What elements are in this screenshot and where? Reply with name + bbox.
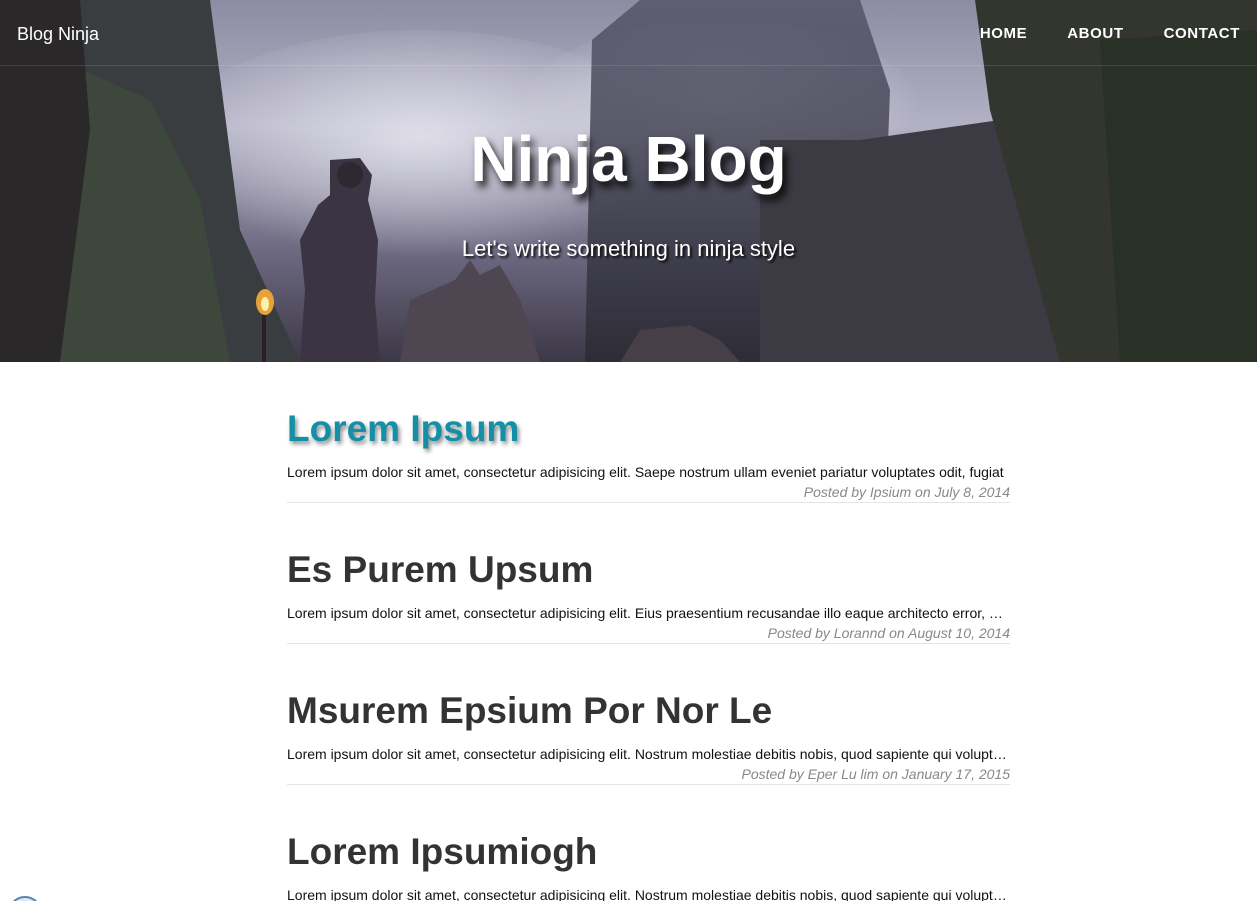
main-nav: HOME ABOUT CONTACT [980,25,1240,42]
post-preview: Msurem Epsium Por Nor Le Lorem ipsum dol… [287,644,1010,785]
nav-about-link[interactable]: ABOUT [1067,25,1123,42]
post-excerpt: Lorem ipsum dolor sit amet, consectetur … [287,887,1010,901]
post-excerpt: Lorem ipsum dolor sit amet, consectetur … [287,464,1004,480]
hero-header: Blog Ninja HOME ABOUT CONTACT Ninja Blog… [0,0,1257,362]
post-title-link[interactable]: Msurem Epsium Por Nor Le [287,690,772,732]
hero-title: Ninja Blog [470,123,787,195]
nav-divider [0,65,1257,66]
post-title-link[interactable]: Lorem Ipsum [287,408,519,450]
post-preview: Es Purem Upsum Lorem ipsum dolor sit ame… [287,503,1010,644]
nav-home-link[interactable]: HOME [980,25,1027,42]
nav-contact-link[interactable]: CONTACT [1164,25,1240,42]
post-list: Lorem Ipsum Lorem ipsum dolor sit amet, … [287,362,1010,901]
hero-subtitle: Let's write something in ninja style [461,236,796,261]
post-meta: Posted by Lorannd on August 10, 2014 [767,625,1010,641]
post-title-link[interactable]: Lorem Ipsumiogh [287,831,597,873]
post-preview: Lorem Ipsum Lorem ipsum dolor sit amet, … [287,362,1010,503]
post-excerpt: Lorem ipsum dolor sit amet, consectetur … [287,605,1010,621]
post-title-link[interactable]: Es Purem Upsum [287,549,593,591]
post-meta: Posted by Ipsium on July 8, 2014 [803,484,1010,500]
circle-badge-icon[interactable] [8,896,42,901]
post-meta: Posted by Eper Lu lim on January 17, 201… [741,766,1010,782]
post-excerpt: Lorem ipsum dolor sit amet, consectetur … [287,746,1010,762]
post-preview: Lorem Ipsumiogh Lorem ipsum dolor sit am… [287,785,1010,901]
brand-link[interactable]: Blog Ninja [17,24,99,45]
page: Blog Ninja HOME ABOUT CONTACT Ninja Blog… [0,0,1257,901]
